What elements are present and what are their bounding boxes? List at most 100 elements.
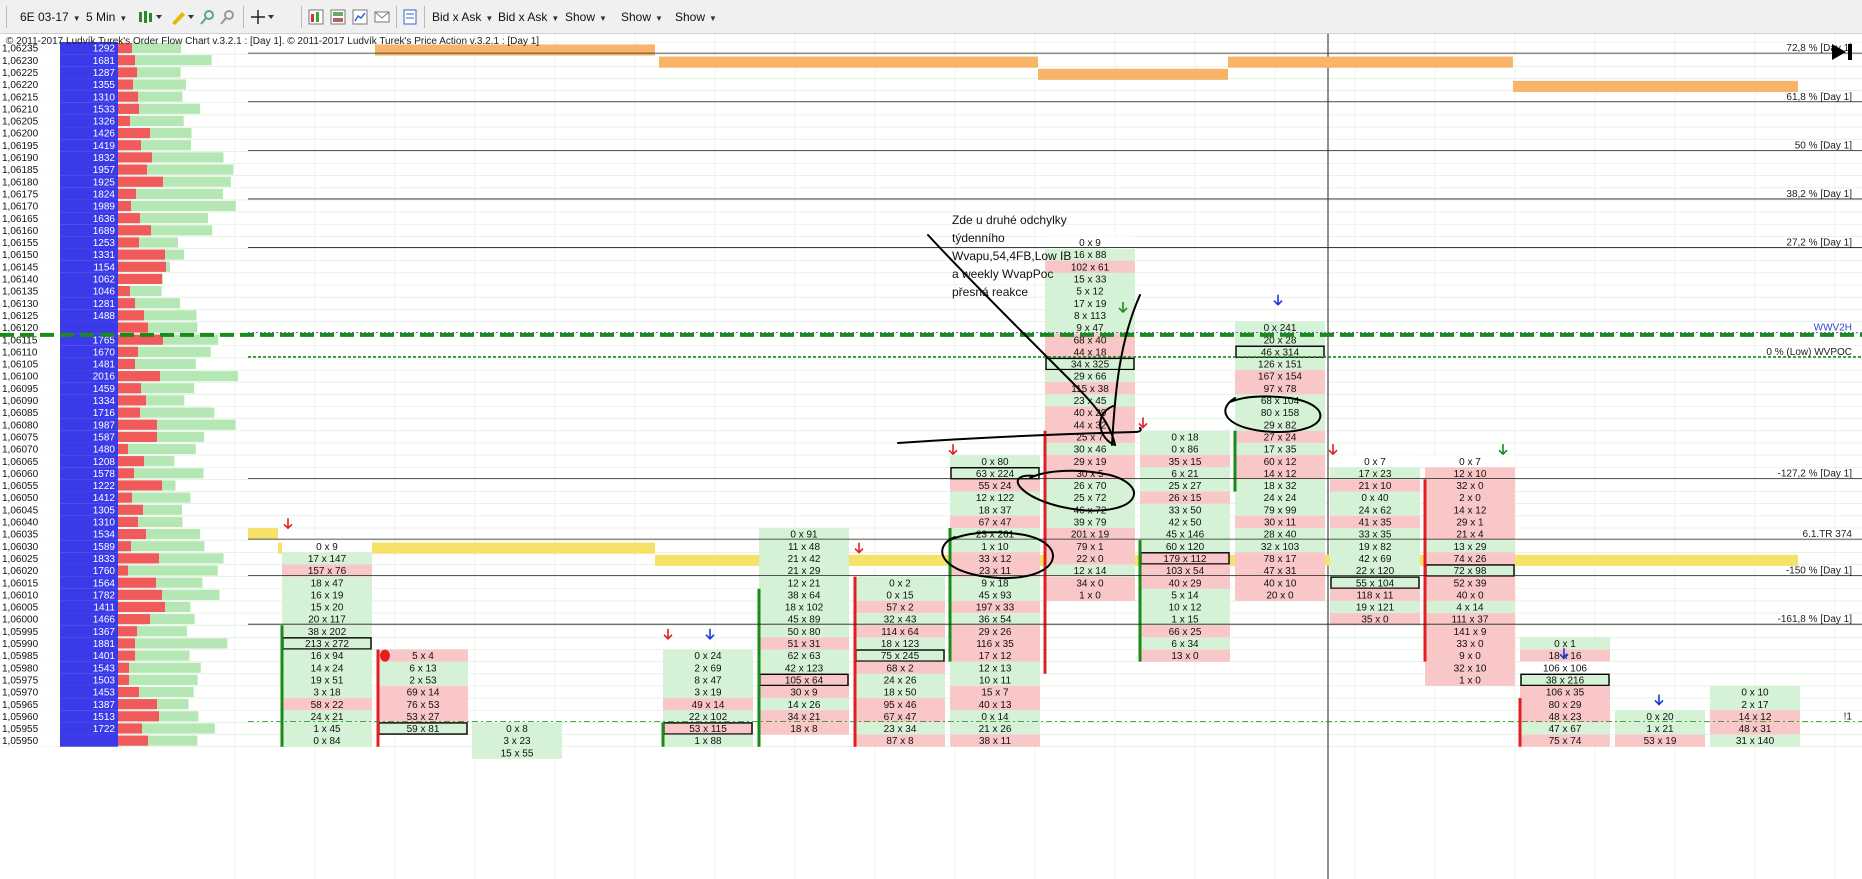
ladder-ask-bar xyxy=(118,176,163,187)
footprint-value: 35 x 15 xyxy=(1169,457,1202,468)
ladder-ask-bar xyxy=(118,298,135,309)
footprint-value: 118 x 11 xyxy=(1357,590,1394,601)
zoom-out-icon[interactable] xyxy=(220,9,236,25)
signal-arrow-icon xyxy=(283,518,293,530)
ladder-price: 1,06090 xyxy=(2,396,39,407)
ladder-ask-bar xyxy=(118,443,128,455)
ladder-volume: 1046 xyxy=(93,287,116,298)
show-dropdown-2[interactable]: Show ▼ xyxy=(621,8,663,26)
draw-pen-icon[interactable] xyxy=(170,9,196,25)
order-flow-chart[interactable]: 1,06235 1292 1,06230 1681 1,06225 1287 1,06220… xyxy=(0,34,1862,879)
ladder-ask-bar xyxy=(118,67,137,78)
level-label: 50 % [Day 1] xyxy=(1795,140,1852,151)
level-label: 38,2 % [Day 1] xyxy=(1786,189,1852,200)
timeframe-label: 5 Min xyxy=(86,10,116,24)
ladder-ask-bar xyxy=(118,419,157,430)
toolbar-separator xyxy=(301,6,302,28)
bid-ask-dropdown-2[interactable]: Bid x Ask ▼ xyxy=(498,8,559,26)
price-zone xyxy=(659,56,1038,68)
instrument-selector[interactable]: 6E 03-17 ▼ xyxy=(20,8,81,26)
footprint-value: 50 x 80 xyxy=(788,627,821,638)
footprint-bars: 0 x 917 x 147157 x 7618 x 4716 x 1915 x … xyxy=(280,236,1800,759)
ladder-price: 1,06010 xyxy=(2,590,39,601)
ladder-ask-bar xyxy=(118,662,129,673)
footprint-value: 68 x 2 xyxy=(886,663,914,674)
footprint-value: 18 x 32 xyxy=(1264,481,1297,492)
ladder-volume: 1832 xyxy=(93,153,116,164)
ladder-price: 1,06205 xyxy=(2,117,39,128)
level-label: 27,2 % [Day 1] xyxy=(1786,238,1852,249)
ladder-volume: 1689 xyxy=(93,226,116,237)
scroll-to-end-icon[interactable] xyxy=(1830,42,1856,62)
footprint-value: 0 x 15 xyxy=(886,590,914,601)
footprint-value: 30 x 11 xyxy=(1264,518,1296,529)
zoom-in-icon[interactable] xyxy=(200,9,216,25)
footprint-value: 1 x 0 xyxy=(1459,675,1481,686)
ladder-price: 1,06220 xyxy=(2,80,39,91)
bar-style-icon[interactable] xyxy=(138,9,164,25)
ladder-ask-bar xyxy=(118,91,138,102)
level-label: -127,2 % [Day 1] xyxy=(1778,468,1853,479)
dropdown-label: Show xyxy=(621,10,652,24)
grid-lines xyxy=(0,34,1862,879)
note-line: týdenního xyxy=(952,231,1005,245)
note-line: Wvapu,54,4FB,Low IB xyxy=(952,249,1072,263)
chart-properties-icon[interactable] xyxy=(352,9,368,25)
dropdown-label: Show xyxy=(675,10,706,24)
ladder-volume: 1331 xyxy=(93,250,116,261)
footprint-value: 0 x 7 xyxy=(1364,457,1386,468)
footprint-value: 34 x 0 xyxy=(1076,578,1104,589)
indicators-icon[interactable] xyxy=(308,9,324,25)
crosshair-icon[interactable] xyxy=(250,9,276,25)
footprint-value: 75 x 74 xyxy=(1549,736,1582,747)
ladder-price: 1,05970 xyxy=(2,688,39,699)
footprint-value: 59 x 81 xyxy=(407,724,440,735)
ladder-price: 1,05985 xyxy=(2,651,39,662)
ladder-volume: 1281 xyxy=(93,299,116,310)
ladder-volume: 1681 xyxy=(93,56,116,67)
ladder-price: 1,06160 xyxy=(2,226,39,237)
footprint-value: 69 x 14 xyxy=(407,688,440,699)
footprint-value: 13 x 29 xyxy=(1454,542,1487,553)
timeframe-selector[interactable]: 5 Min ▼ xyxy=(86,8,127,26)
ladder-volume: 1326 xyxy=(93,117,116,128)
footprint-value: 29 x 19 xyxy=(1074,457,1107,468)
footprint-value: 51 x 31 xyxy=(788,639,821,650)
ladder-price: 1,06015 xyxy=(2,578,39,589)
ladder-price: 1,06070 xyxy=(2,445,39,456)
data-box-icon[interactable] xyxy=(402,9,418,25)
show-dropdown-1[interactable]: Show ▼ xyxy=(565,8,607,26)
ladder-ask-bar xyxy=(118,128,150,139)
footprint-value: 12 x 21 xyxy=(788,578,821,589)
footprint-value: 62 x 63 xyxy=(788,651,821,662)
footprint-value: 55 x 24 xyxy=(979,481,1012,492)
ladder-bid-bar xyxy=(118,662,201,673)
ladder-volume: 1670 xyxy=(93,347,116,358)
footprint-value: 18 x 50 xyxy=(884,688,917,699)
footprint-value: 23 x 34 xyxy=(884,724,917,735)
level-label: 6.1.TR 374 xyxy=(1803,529,1853,540)
ladder-volume: 1589 xyxy=(93,542,116,553)
ladder-volume: 1488 xyxy=(93,311,116,322)
strategy-icon[interactable] xyxy=(330,9,346,25)
footprint-value: 126 x 151 xyxy=(1258,360,1302,371)
footprint-value: 5 x 4 xyxy=(412,651,434,662)
signal-dot-icon xyxy=(380,649,390,662)
footprint-value: 42 x 50 xyxy=(1169,518,1202,529)
footprint-value: 97 x 78 xyxy=(1264,384,1297,395)
show-dropdown-3[interactable]: Show ▼ xyxy=(675,8,717,26)
footprint-value: 66 x 25 xyxy=(1169,627,1202,638)
ladder-price: 1,06095 xyxy=(2,384,39,395)
email-icon[interactable] xyxy=(374,9,390,25)
footprint-value: 21 x 26 xyxy=(979,724,1012,735)
ladder-volume: 1401 xyxy=(93,651,116,662)
ladder-ask-bar xyxy=(118,213,140,224)
ladder-price: 1,06200 xyxy=(2,129,39,140)
footprint-value: 38 x 11 xyxy=(979,736,1011,747)
ladder-volume: 1636 xyxy=(93,214,116,225)
ladder-price: 1,06135 xyxy=(2,287,39,298)
footprint-value: 0 x 10 xyxy=(1741,688,1769,699)
ladder-price: 1,05960 xyxy=(2,712,39,723)
footprint-value: 30 x 46 xyxy=(1074,445,1107,456)
bid-ask-dropdown-1[interactable]: Bid x Ask ▼ xyxy=(432,8,493,26)
